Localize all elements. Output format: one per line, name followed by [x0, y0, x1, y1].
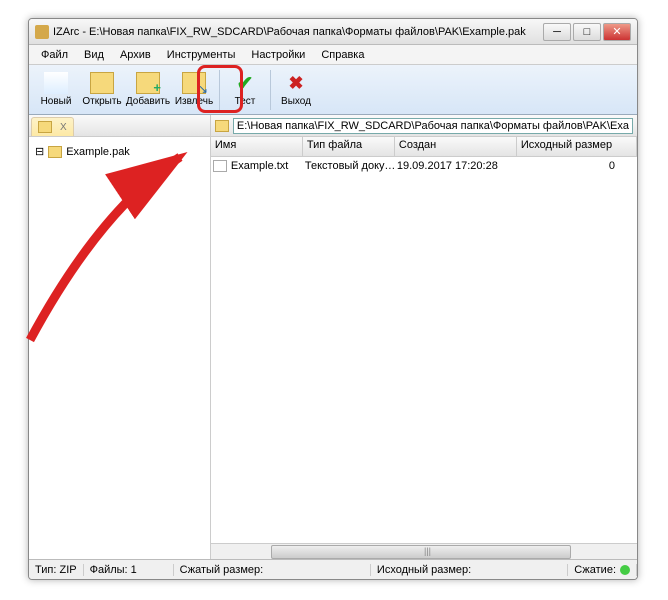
left-panel: X ⊟ Example.pak — [29, 115, 211, 559]
folder-add-icon — [136, 72, 160, 94]
folder-extract-icon — [182, 72, 206, 94]
scrollbar-thumb[interactable] — [271, 545, 571, 559]
toolbar-separator — [270, 70, 271, 110]
open-label: Открыть — [82, 96, 121, 107]
exit-button[interactable]: Выход — [273, 67, 319, 113]
close-icon — [284, 72, 308, 94]
tree-view[interactable]: ⊟ Example.pak — [29, 137, 210, 559]
tab-close-button[interactable]: X — [60, 122, 67, 133]
open-button[interactable]: Открыть — [79, 67, 125, 113]
menubar: Файл Вид Архив Инструменты Настройки Спр… — [29, 45, 637, 65]
column-headers: Имя Тип файла Создан Исходный размер — [211, 137, 637, 157]
folder-open-icon — [90, 72, 114, 94]
file-size: 0 — [519, 160, 635, 172]
test-label: Тест — [235, 96, 256, 107]
close-button[interactable]: ✕ — [603, 23, 631, 41]
status-files: Файлы: 1 — [84, 564, 174, 576]
tree-tabs: X — [29, 115, 210, 137]
col-name[interactable]: Имя — [211, 137, 303, 156]
extract-button[interactable]: Извлечь — [171, 67, 217, 113]
tree-tab[interactable]: X — [31, 117, 74, 136]
path-field[interactable]: E:\Новая папка\FIX_RW_SDCARD\Рабочая пап… — [233, 118, 633, 134]
address-bar: E:\Новая папка\FIX_RW_SDCARD\Рабочая пап… — [211, 115, 637, 137]
right-panel: E:\Новая папка\FIX_RW_SDCARD\Рабочая пап… — [211, 115, 637, 559]
new-label: Новый — [41, 96, 72, 107]
status-type: Тип: ZIP — [29, 564, 84, 576]
exit-label: Выход — [281, 96, 311, 107]
tree-connector: ⊟ — [35, 145, 44, 158]
new-icon — [44, 72, 68, 94]
menu-help[interactable]: Справка — [313, 47, 372, 63]
titlebar: IZArc - E:\Новая папка\FIX_RW_SDCARD\Раб… — [29, 19, 637, 45]
menu-settings[interactable]: Настройки — [243, 47, 313, 63]
menu-archive[interactable]: Архив — [112, 47, 159, 63]
status-bar: Тип: ZIP Файлы: 1 Сжатый размер: Исходны… — [29, 559, 637, 579]
archive-icon — [48, 146, 62, 158]
test-button[interactable]: Тест — [222, 67, 268, 113]
app-icon — [35, 25, 49, 39]
archive-icon — [38, 121, 52, 133]
status-orig: Исходный размер: — [371, 564, 568, 576]
tree-root[interactable]: ⊟ Example.pak — [33, 143, 206, 160]
col-type[interactable]: Тип файла — [303, 137, 395, 156]
file-type: Текстовый докум... — [305, 160, 397, 172]
status-packed: Сжатый размер: — [174, 564, 371, 576]
menu-view[interactable]: Вид — [76, 47, 112, 63]
file-name: Example.txt — [231, 160, 305, 172]
file-icon — [213, 160, 227, 172]
file-list[interactable]: Example.txt Текстовый докум... 19.09.201… — [211, 157, 637, 543]
file-row[interactable]: Example.txt Текстовый докум... 19.09.201… — [211, 157, 637, 175]
menu-file[interactable]: Файл — [33, 47, 76, 63]
file-created: 19.09.2017 17:20:28 — [397, 160, 519, 172]
status-ratio: Сжатие: — [568, 564, 637, 576]
maximize-button[interactable]: □ — [573, 23, 601, 41]
new-button[interactable]: Новый — [33, 67, 79, 113]
menu-tools[interactable]: Инструменты — [159, 47, 244, 63]
add-label: Добавить — [126, 96, 170, 107]
folder-icon — [215, 120, 229, 132]
scroll-grip: ||| — [424, 546, 431, 556]
main-body: X ⊟ Example.pak E:\Новая папка\FIX_RW_SD… — [29, 115, 637, 559]
toolbar-separator — [219, 70, 220, 110]
extract-label: Извлечь — [175, 96, 213, 107]
add-button[interactable]: Добавить — [125, 67, 171, 113]
status-dot-icon — [620, 565, 630, 575]
toolbar: Новый Открыть Добавить Извлечь Тест Выхо… — [29, 65, 637, 115]
col-created[interactable]: Создан — [395, 137, 517, 156]
horizontal-scrollbar[interactable]: ||| — [211, 543, 637, 559]
window-title: IZArc - E:\Новая папка\FIX_RW_SDCARD\Раб… — [53, 26, 543, 38]
app-window: IZArc - E:\Новая папка\FIX_RW_SDCARD\Раб… — [28, 18, 638, 580]
check-icon — [233, 72, 257, 94]
col-size[interactable]: Исходный размер — [517, 137, 637, 156]
minimize-button[interactable]: ─ — [543, 23, 571, 41]
tree-root-label: Example.pak — [66, 146, 130, 158]
